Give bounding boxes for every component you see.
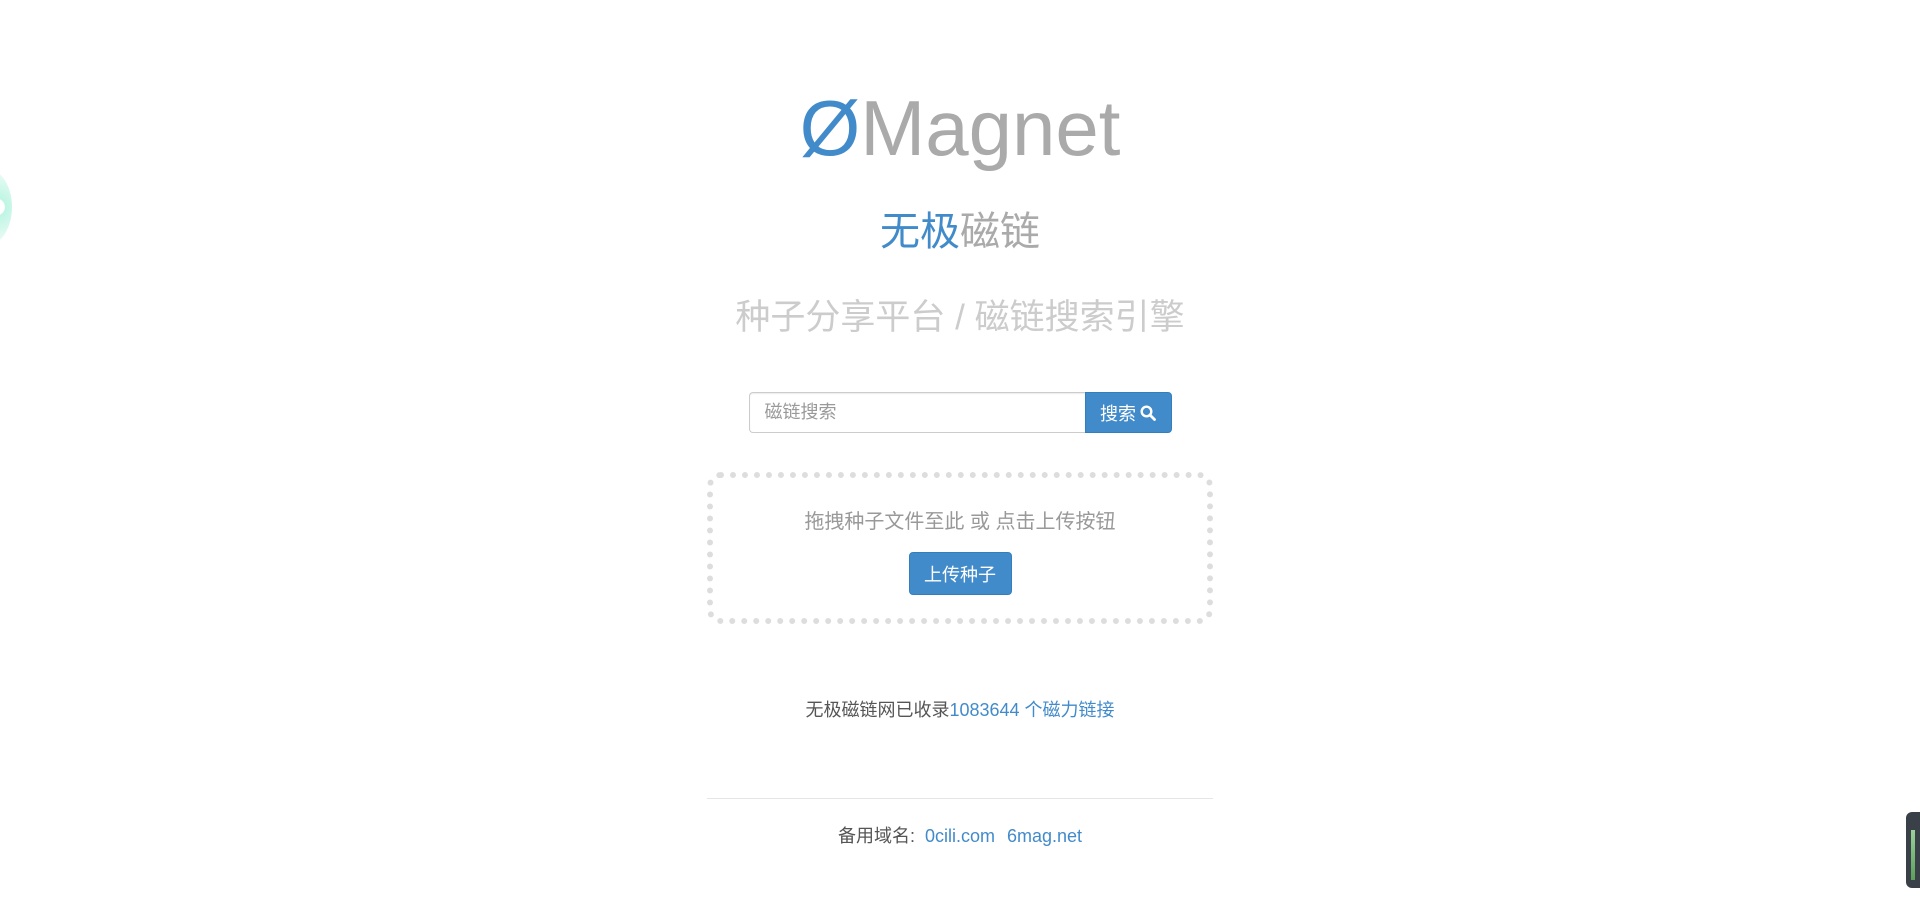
subtitle-gray: 磁链 (960, 210, 1040, 254)
page: ØMagnet 无极磁链 种子分享平台 / 磁链搜索引擎 搜索 拖拽种子文件至此… (0, 0, 1920, 899)
stats-prefix: 无极磁链网已收录 (805, 700, 950, 720)
search-button[interactable]: 搜索 (1084, 392, 1172, 433)
site-slogan: 种子分享平台 / 磁链搜索引擎 (735, 298, 1185, 337)
search-input[interactable] (748, 392, 1085, 433)
side-meter-widget[interactable] (1906, 812, 1920, 888)
stats-count-link[interactable]: 1083644 个磁力链接 (949, 698, 1114, 722)
torrent-dropzone[interactable]: 拖拽种子文件至此 或 点击上传按钮 上传种子 (707, 472, 1213, 624)
search-icon (1140, 404, 1156, 421)
subtitle-blue: 无极 (880, 210, 960, 254)
footer-divider (707, 798, 1213, 799)
site-subtitle: 无极 磁链 (0, 204, 1920, 260)
search-bar: 搜索 (0, 392, 1920, 433)
footer-label: 备用域名: (837, 826, 915, 846)
domain-link-0cili[interactable]: 0cili.com (925, 824, 995, 848)
domain-link-6mag[interactable]: 6mag.net (1007, 824, 1082, 848)
dropzone-hint: 拖拽种子文件至此 或 点击上传按钮 (804, 511, 1116, 533)
meter-bar (1911, 830, 1915, 880)
stats-line: 无极磁链网已收录 1083644 个磁力链接 (0, 698, 1920, 722)
footer-domains: 备用域名: 0cili.com 6mag.net (0, 824, 1920, 848)
site-logo[interactable]: Ø Magnet (0, 80, 1920, 176)
upload-torrent-button[interactable]: 上传种子 (908, 552, 1012, 595)
logo-text: Magnet (860, 84, 1121, 172)
logo-mark: Ø (799, 84, 861, 172)
search-button-label: 搜索 (1100, 403, 1136, 424)
